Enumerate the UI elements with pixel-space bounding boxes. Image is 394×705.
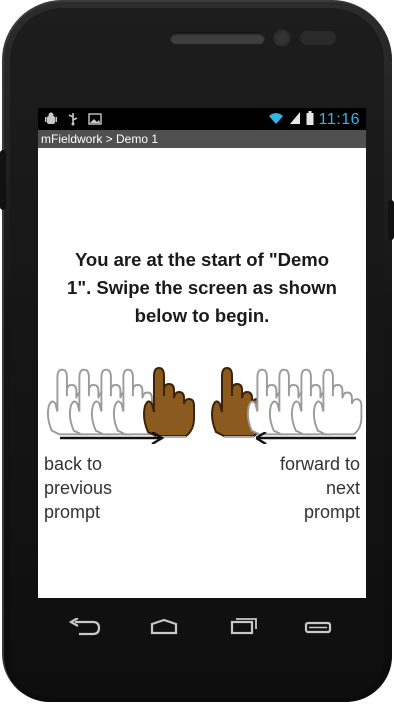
status-time: 11:16 (318, 110, 360, 128)
wifi-icon (268, 110, 284, 129)
instructions-text: You are at the start of "Demo 1". Swipe … (38, 246, 366, 330)
ghost-hand-icon (312, 368, 363, 436)
front-camera (272, 28, 292, 48)
status-bar: 11:16 (38, 108, 366, 130)
label-line: previous (44, 478, 113, 498)
right-arrow-icon (60, 432, 164, 444)
android-debug-icon (44, 111, 58, 127)
swipe-back-hand-icon (143, 367, 195, 438)
back-icon[interactable] (64, 614, 104, 640)
label-line: next (325, 478, 360, 498)
label-line: forward to (279, 454, 360, 474)
left-arrow-icon (256, 432, 356, 444)
instructions-line: below to begin. (134, 305, 270, 326)
swipe-gesture-illustration[interactable] (38, 362, 366, 438)
menu-icon[interactable] (298, 614, 338, 640)
screen: 11:16 mFieldwork > Demo 1 You are at the… (38, 108, 366, 598)
volume-button (0, 150, 6, 210)
app-title-bar: mFieldwork > Demo 1 (38, 130, 366, 148)
instructions-line: 1". Swipe the screen as shown (67, 277, 337, 298)
proximity-sensor (300, 31, 336, 45)
instructions-line: You are at the start of "Demo (74, 249, 330, 270)
label-line: prompt (303, 502, 360, 522)
signal-icon (289, 110, 301, 129)
speaker-grille (170, 32, 265, 44)
swipe-back-label: back to previous prompt (44, 452, 112, 524)
usb-icon (66, 111, 80, 127)
swipe-forward-label: forward to next prompt (280, 452, 360, 524)
label-line: prompt (44, 502, 101, 522)
recent-apps-icon[interactable] (222, 614, 262, 640)
label-line: back to (44, 454, 103, 474)
navigation-bar (38, 602, 366, 656)
home-icon[interactable] (144, 614, 184, 640)
battery-icon (306, 110, 314, 129)
power-button (388, 200, 394, 240)
image-icon (88, 111, 102, 127)
